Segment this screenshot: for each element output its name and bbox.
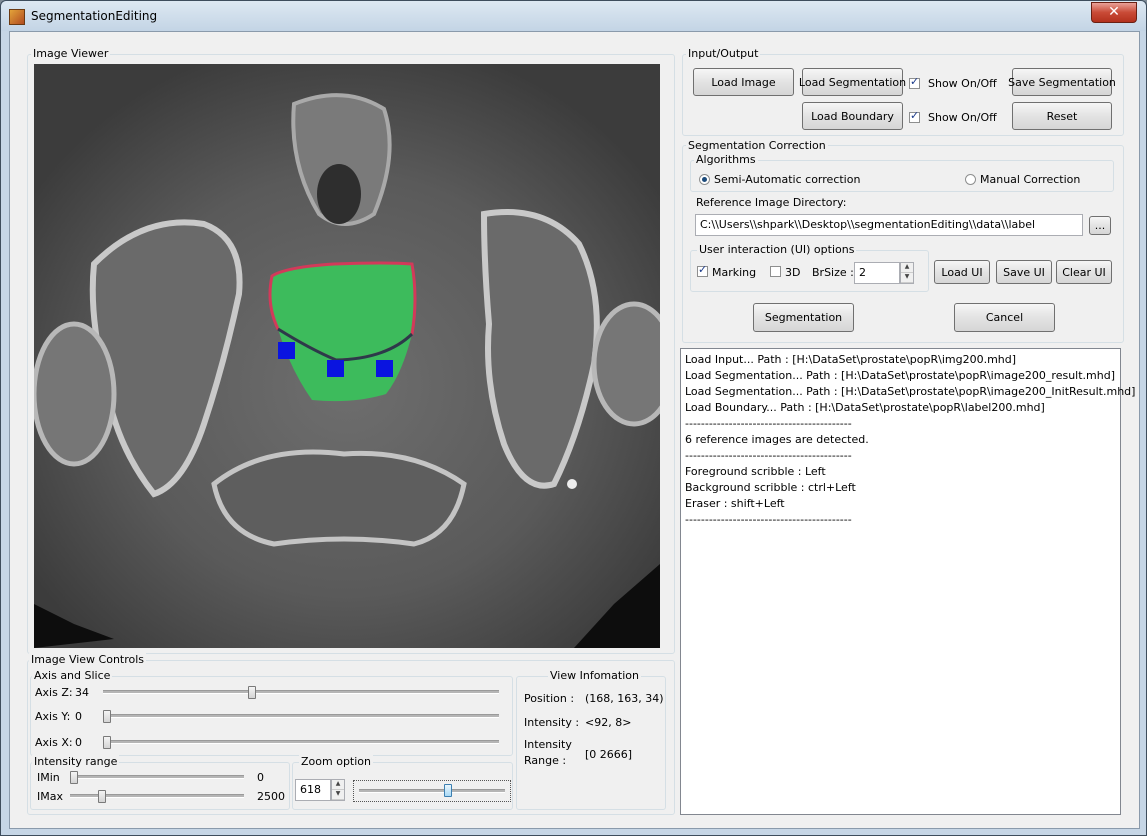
log-line: Eraser : shift+Left: [685, 497, 785, 510]
close-button[interactable]: ✕: [1091, 2, 1137, 23]
marking-checkbox[interactable]: [697, 263, 708, 277]
reference-directory-label: Reference Image Directory:: [696, 196, 847, 209]
title-bar[interactable]: SegmentationEditing ✕: [1, 1, 1146, 31]
cancel-button[interactable]: Cancel: [954, 303, 1055, 332]
axis-x-label: Axis X:: [35, 736, 73, 749]
zoom-slider[interactable]: [359, 789, 505, 793]
log-line: Background scribble : ctrl+Left: [685, 481, 856, 494]
log-line: Foreground scribble : Left: [685, 465, 826, 478]
imax-slider-thumb[interactable]: [98, 790, 106, 803]
axis-x-slider-thumb[interactable]: [103, 736, 111, 749]
axis-y-slider[interactable]: [103, 714, 499, 718]
view-information-label: View Infomation: [548, 669, 641, 682]
window-title: SegmentationEditing: [31, 9, 158, 23]
zoom-option-label: Zoom option: [299, 755, 373, 768]
down-arrow-icon[interactable]: ▼: [332, 790, 344, 800]
log-line: Load Segmentation... Path : [H:\DataSet\…: [685, 369, 1115, 382]
position-label: Position :: [524, 692, 575, 705]
3d-checkbox[interactable]: [770, 266, 781, 277]
reset-button[interactable]: Reset: [1012, 102, 1112, 130]
intensity-range-value: [0 2666]: [585, 748, 633, 761]
axis-z-slider[interactable]: [103, 690, 499, 694]
log-line: 6 reference images are detected.: [685, 433, 869, 446]
up-arrow-icon[interactable]: ▲: [901, 263, 913, 273]
log-line: Load Boundary... Path : [H:\DataSet\pros…: [685, 401, 1045, 414]
axis-y-slider-thumb[interactable]: [103, 710, 111, 723]
up-arrow-icon[interactable]: ▲: [332, 780, 344, 790]
imax-value: 2500: [257, 790, 285, 803]
show-boundary-checkbox[interactable]: [909, 109, 920, 123]
brsize-input[interactable]: 2: [854, 262, 900, 284]
intensity-range-info-label-2: Range :: [524, 754, 567, 767]
intensity-range-label: Intensity range: [32, 755, 120, 768]
semi-automatic-radio[interactable]: [699, 174, 710, 185]
axis-y-label: Axis Y:: [35, 710, 71, 723]
clear-ui-button[interactable]: Clear UI: [1056, 260, 1112, 284]
axis-y-value: 0: [75, 710, 82, 723]
algorithms-label: Algorithms: [694, 153, 758, 166]
position-value: (168, 163, 34): [585, 692, 664, 705]
save-ui-button[interactable]: Save UI: [996, 260, 1052, 284]
intensity-value: <92, 8>: [585, 716, 632, 729]
load-image-button[interactable]: Load Image: [693, 68, 794, 96]
load-segmentation-button[interactable]: Load Segmentation: [799, 68, 906, 96]
imin-value: 0: [257, 771, 264, 784]
image-view-controls-label: Image View Controls: [29, 653, 147, 666]
zoom-stepper[interactable]: ▲ ▼: [331, 779, 345, 801]
axis-x-slider[interactable]: [103, 740, 499, 744]
semi-automatic-label: Semi-Automatic correction: [714, 173, 861, 186]
brsize-label: BrSize :: [812, 266, 854, 279]
imin-label: IMin: [37, 771, 60, 784]
browse-button[interactable]: ...: [1089, 216, 1111, 235]
axis-z-slider-thumb[interactable]: [248, 686, 256, 699]
3d-label: 3D: [785, 266, 801, 279]
show-segmentation-label: Show On/Off: [928, 77, 997, 90]
axis-z-label: Axis Z:: [35, 686, 73, 699]
intensity-range-group: [30, 762, 290, 810]
imin-slider[interactable]: [70, 775, 244, 779]
input-output-label: Input/Output: [686, 47, 761, 60]
load-ui-button[interactable]: Load UI: [934, 260, 990, 284]
ct-image: [31, 64, 677, 648]
image-viewer-canvas[interactable]: [31, 64, 677, 648]
log-output[interactable]: Load Input... Path : [H:\DataSet\prostat…: [680, 348, 1136, 815]
manual-correction-radio[interactable]: [965, 174, 976, 185]
axis-slice-label: Axis and Slice: [32, 669, 113, 682]
imin-slider-thumb[interactable]: [70, 771, 78, 784]
marking-label: Marking: [712, 266, 757, 279]
close-icon: ✕: [1108, 4, 1120, 20]
app-window: SegmentationEditing ✕ Image Viewer Input…: [0, 0, 1147, 836]
axis-x-value: 0: [75, 736, 82, 749]
brsize-stepper[interactable]: ▲ ▼: [900, 262, 914, 284]
app-icon: [9, 9, 25, 25]
manual-correction-label: Manual Correction: [980, 173, 1081, 186]
log-line: ----------------------------------------…: [685, 449, 852, 462]
segmentation-correction-label: Segmentation Correction: [686, 139, 828, 152]
show-segmentation-checkbox[interactable]: [909, 75, 920, 89]
save-segmentation-button[interactable]: Save Segmentation: [1008, 68, 1116, 96]
ui-options-label: User interaction (UI) options: [697, 243, 857, 256]
image-viewer-label: Image Viewer: [31, 47, 111, 60]
zoom-input[interactable]: 618: [295, 779, 331, 801]
segmentation-button[interactable]: Segmentation: [753, 303, 854, 332]
log-line: ----------------------------------------…: [685, 417, 852, 430]
imax-label: IMax: [37, 790, 63, 803]
intensity-label: Intensity :: [524, 716, 580, 729]
load-boundary-button[interactable]: Load Boundary: [802, 102, 903, 130]
log-line: Load Segmentation... Path : [H:\DataSet\…: [685, 385, 1136, 398]
zoom-slider-thumb[interactable]: [444, 784, 452, 797]
show-boundary-label: Show On/Off: [928, 111, 997, 124]
imax-slider[interactable]: [70, 794, 244, 798]
axis-z-value: 34: [75, 686, 89, 699]
log-line: Load Input... Path : [H:\DataSet\prostat…: [685, 353, 1017, 366]
down-arrow-icon[interactable]: ▼: [901, 273, 913, 283]
log-line: ----------------------------------------…: [685, 513, 852, 526]
reference-directory-input[interactable]: C:\\Users\\shpark\\Desktop\\segmentation…: [695, 214, 1083, 236]
intensity-range-info-label: Intensity: [524, 738, 572, 751]
